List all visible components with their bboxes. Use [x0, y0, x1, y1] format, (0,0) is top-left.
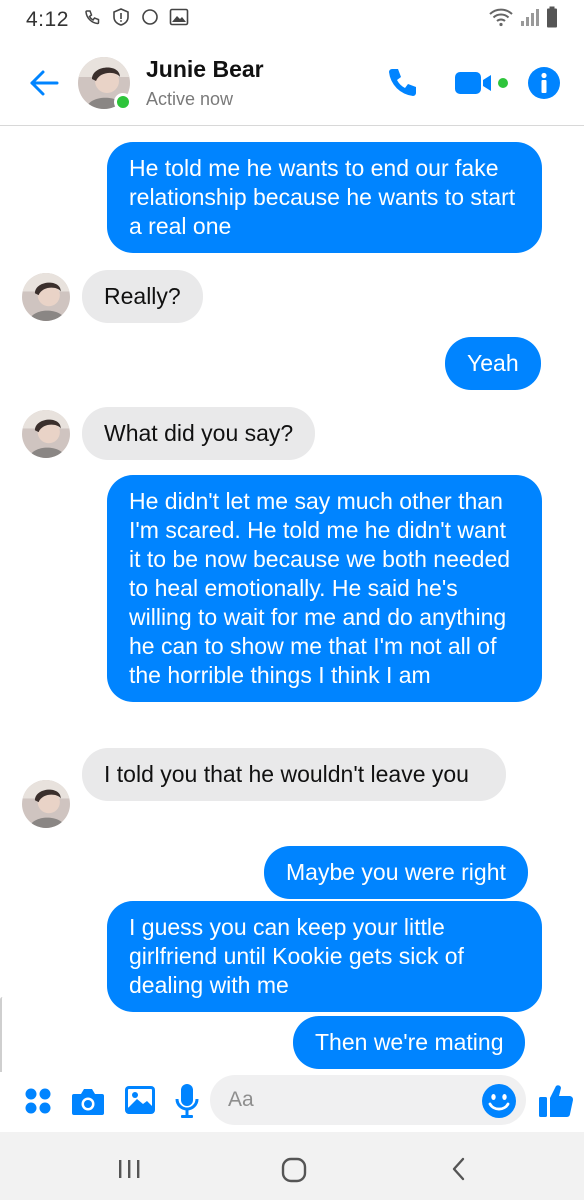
phone-icon — [389, 68, 416, 96]
video-camera-icon — [455, 71, 508, 94]
message-outgoing[interactable]: I guess you can keep your little girlfri… — [107, 901, 542, 1012]
thumbs-up-icon — [539, 1085, 574, 1117]
microphone-icon — [175, 1084, 199, 1118]
message-incoming[interactable]: What did you say? — [82, 407, 316, 460]
message-incoming[interactable]: I told you that he wouldn't leave you — [82, 748, 506, 801]
wifi-icon — [488, 7, 514, 33]
status-time: 4:12 — [26, 8, 69, 31]
missed-call-icon — [83, 8, 101, 32]
contact-avatar[interactable] — [78, 56, 132, 111]
message-incoming[interactable]: Really? — [82, 270, 203, 323]
like-button[interactable] — [536, 1080, 576, 1120]
system-navigation-bar — [0, 1132, 584, 1200]
info-icon — [528, 66, 560, 99]
sender-avatar — [22, 273, 70, 321]
home-icon — [281, 1157, 307, 1183]
sender-avatar — [22, 410, 70, 458]
moon-icon — [141, 8, 159, 32]
message-input[interactable]: Aa — [210, 1075, 526, 1125]
message-outgoing[interactable]: Yeah — [445, 337, 541, 390]
voice-call-button[interactable] — [380, 61, 424, 105]
four-dots-icon — [25, 1088, 51, 1114]
message-outgoing[interactable]: Maybe you were right — [264, 846, 528, 899]
info-button[interactable] — [526, 65, 562, 101]
home-button[interactable] — [276, 1152, 312, 1188]
message-composer: Aa — [0, 1072, 584, 1130]
back-nav-button[interactable] — [442, 1152, 476, 1186]
voice-message-button[interactable] — [172, 1080, 202, 1122]
message-outgoing[interactable]: Then we're mating — [293, 1016, 526, 1069]
conversation-header: Junie Bear Active now — [0, 40, 584, 126]
status-left: 4:12 — [26, 7, 189, 33]
camera-button[interactable] — [68, 1082, 108, 1120]
chevron-left-icon — [452, 1157, 465, 1181]
message-outgoing[interactable]: He didn't let me say much other than I'm… — [107, 475, 542, 702]
status-icons-left — [83, 7, 189, 33]
message-input-placeholder: Aa — [228, 1088, 254, 1111]
contact-status: Active now — [146, 88, 234, 109]
sender-avatar — [22, 780, 70, 828]
camera-icon — [72, 1089, 104, 1115]
gallery-button[interactable] — [122, 1082, 158, 1118]
image-icon — [169, 8, 189, 32]
status-bar: 4:12 — [0, 0, 584, 40]
video-call-button[interactable] — [450, 61, 514, 105]
alert-icon — [111, 7, 131, 33]
active-status-dot — [114, 92, 132, 111]
more-actions-button[interactable] — [20, 1083, 56, 1119]
back-button[interactable] — [24, 63, 64, 103]
back-arrow-icon — [30, 70, 59, 95]
contact-info[interactable]: Junie Bear Active now — [146, 56, 264, 110]
signal-icon — [520, 7, 540, 33]
header-actions — [380, 61, 562, 105]
emoji-button[interactable] — [480, 1082, 518, 1120]
smiley-icon — [482, 1084, 516, 1118]
scroll-edge-indicator — [0, 997, 5, 1072]
recent-apps-button[interactable] — [112, 1152, 146, 1186]
gallery-icon — [125, 1086, 155, 1114]
message-outgoing[interactable]: He told me he wants to end our fake rela… — [107, 142, 542, 253]
status-right — [488, 6, 558, 34]
contact-name: Junie Bear — [146, 55, 264, 82]
battery-icon — [546, 6, 558, 34]
message-list[interactable]: He told me he wants to end our fake rela… — [0, 127, 584, 1072]
recents-icon — [119, 1160, 140, 1178]
